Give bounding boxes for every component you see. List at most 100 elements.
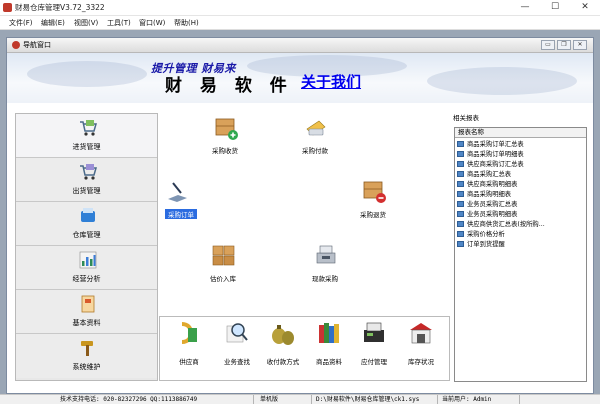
toolbar-item-supplier[interactable]: 供应商 bbox=[166, 320, 212, 376]
workarea-label: 采购订单 bbox=[165, 209, 197, 219]
column-header[interactable]: 报表名称 bbox=[455, 128, 586, 138]
app-icon bbox=[3, 3, 12, 12]
workarea-item-cash-purchase[interactable]: 现款采购 bbox=[295, 243, 355, 293]
toolbar-label: 库存状况 bbox=[408, 358, 434, 366]
slogan: 提升管理 财易来 bbox=[151, 62, 236, 75]
close-button[interactable]: ✕ bbox=[570, 0, 600, 16]
status-bar: 技术支持电话: 020-82327296 QQ:1113886749 单机版 D… bbox=[0, 394, 600, 404]
menu-help[interactable]: 帮助(H) bbox=[174, 17, 199, 29]
cloud-decoration bbox=[27, 61, 147, 87]
status-user: 当前用户: Admin bbox=[440, 395, 520, 404]
nav-item-basic-data[interactable]: 基本资料 bbox=[16, 290, 157, 334]
box-add-icon bbox=[215, 118, 238, 140]
report-icon bbox=[457, 141, 464, 147]
maximize-button[interactable]: ☐ bbox=[540, 0, 570, 16]
child-window-title: 导航窗口 bbox=[23, 41, 51, 49]
list-item[interactable]: 商品采购明细表 bbox=[457, 190, 585, 200]
workarea-label: 采购付款 bbox=[302, 147, 328, 155]
list-item[interactable]: 商品采购订单汇总表 bbox=[457, 140, 585, 150]
list-item[interactable]: 采购价格分析 bbox=[457, 230, 585, 240]
menu-file[interactable]: 文件(F) bbox=[9, 17, 33, 29]
document-icon bbox=[81, 295, 95, 313]
nav-item-analysis[interactable]: 经营分析 bbox=[16, 246, 157, 290]
report-icon bbox=[457, 181, 464, 187]
status-support: 技术支持电话: 020-82327296 QQ:1113886749 bbox=[58, 395, 254, 404]
nav-label: 进货管理 bbox=[72, 143, 101, 151]
list-item[interactable]: 商品采购汇总表 bbox=[457, 170, 585, 180]
workarea-label: 现款采购 bbox=[312, 275, 338, 283]
supplier-icon bbox=[181, 322, 197, 344]
menu-tools[interactable]: 工具(T) bbox=[107, 17, 131, 29]
workarea-item-order[interactable]: 采购订单 bbox=[163, 179, 223, 229]
toolbar-label: 供应商 bbox=[179, 358, 199, 366]
workarea-label: 估价入库 bbox=[210, 275, 236, 283]
child-minimize-button[interactable]: ▭ bbox=[541, 40, 555, 50]
child-restore-button[interactable]: ❐ bbox=[557, 40, 571, 50]
child-title-bar: 导航窗口 ▭ ❐ ✕ bbox=[7, 38, 593, 53]
toolbar-label: 商品资料 bbox=[316, 358, 342, 366]
toolbar-item-payment-method[interactable]: 收付款方式 bbox=[260, 320, 306, 376]
boxes-icon bbox=[212, 245, 235, 266]
report-icon bbox=[457, 191, 464, 197]
nav-item-sales[interactable]: 出货管理 bbox=[16, 158, 157, 202]
order-pen-icon bbox=[168, 182, 187, 202]
list-item[interactable]: 供应商采购明细表 bbox=[457, 180, 585, 190]
minimize-button[interactable]: — bbox=[510, 0, 540, 16]
list-item[interactable]: 业务员采购汇总表 bbox=[457, 200, 585, 210]
storehouse-icon bbox=[410, 323, 432, 344]
toolbar-item-stock-status[interactable]: 库存状况 bbox=[398, 320, 444, 376]
workarea-item-return[interactable]: 采购退货 bbox=[343, 179, 403, 229]
pay-card-icon bbox=[306, 120, 326, 136]
report-icon bbox=[457, 171, 464, 177]
warehouse-icon bbox=[81, 208, 95, 222]
workarea-item-payment[interactable]: 采购付款 bbox=[285, 115, 345, 165]
nav-label: 基本资料 bbox=[72, 319, 101, 327]
menu-edit[interactable]: 编辑(E) bbox=[41, 17, 65, 29]
hammer-icon bbox=[81, 341, 93, 356]
about-us-link[interactable]: 关于我们 bbox=[301, 71, 361, 92]
list-item[interactable]: 业务员采购明细表 bbox=[457, 210, 585, 220]
left-nav: 进货管理 出货管理 仓库管理 经营分析 基本资料 系统维护 bbox=[15, 113, 158, 381]
list-item[interactable]: 供应商供货汇总表(按所购... bbox=[457, 220, 585, 230]
related-reports-title: 相关报表 bbox=[453, 114, 479, 122]
report-icon bbox=[457, 241, 464, 247]
books-icon bbox=[319, 323, 339, 343]
bar-chart-icon bbox=[79, 251, 97, 269]
nav-item-system[interactable]: 系统维护 bbox=[16, 334, 157, 378]
toolbar-item-payables[interactable]: 应付管理 bbox=[351, 320, 397, 376]
toolbar-item-products[interactable]: 商品资料 bbox=[306, 320, 352, 376]
report-icon bbox=[457, 231, 464, 237]
bottom-toolbar: 供应商 业务查找 收付款方式 商品资料 应付管理 库存状况 bbox=[159, 316, 450, 381]
list-item[interactable]: 订单到货提醒 bbox=[457, 240, 585, 250]
magnifier-icon bbox=[226, 323, 248, 343]
toolbar-label: 业务查找 bbox=[224, 358, 250, 366]
status-path: D:\财易软件\财易仓库管理\ck1.sys bbox=[314, 395, 438, 404]
cash-register-icon bbox=[316, 245, 336, 264]
report-icon bbox=[457, 201, 464, 207]
title-bar: 财易仓库管理V3.72_3322 — ☐ ✕ bbox=[0, 0, 600, 16]
report-icon bbox=[457, 161, 464, 167]
menu-view[interactable]: 视图(V) bbox=[74, 17, 98, 29]
child-window-icon bbox=[12, 41, 20, 49]
cloud-decoration bbox=[427, 67, 577, 95]
workarea-label: 采购收货 bbox=[212, 147, 238, 155]
nav-label: 系统维护 bbox=[72, 363, 101, 371]
box-remove-icon bbox=[363, 181, 386, 203]
nav-item-warehouse[interactable]: 仓库管理 bbox=[16, 202, 157, 246]
workarea-item-valuation[interactable]: 估价入库 bbox=[193, 243, 253, 293]
workarea-label: 采购退货 bbox=[360, 211, 386, 219]
list-item[interactable]: 供应商采购订汇总表 bbox=[457, 160, 585, 170]
nav-label: 出货管理 bbox=[72, 187, 101, 195]
workarea-item-receive[interactable]: 采购收货 bbox=[195, 115, 255, 165]
toolbar-label: 收付款方式 bbox=[266, 358, 300, 366]
nav-item-purchase[interactable]: 进货管理 bbox=[16, 114, 157, 158]
window-title: 财易仓库管理V3.72_3322 bbox=[15, 3, 105, 12]
child-close-button[interactable]: ✕ bbox=[573, 40, 587, 50]
nav-label: 仓库管理 bbox=[72, 231, 101, 239]
report-icon bbox=[457, 211, 464, 217]
toolbar-item-search[interactable]: 业务查找 bbox=[214, 320, 260, 376]
related-reports-list: 报表名称 商品采购订单汇总表 商品采购订单明细表 供应商采购订汇总表 商品采购汇… bbox=[454, 127, 587, 382]
list-item[interactable]: 商品采购订单明细表 bbox=[457, 150, 585, 160]
menu-window[interactable]: 窗口(W) bbox=[139, 17, 165, 29]
banner: 财 易 软 件 关于我们 bbox=[7, 53, 593, 103]
